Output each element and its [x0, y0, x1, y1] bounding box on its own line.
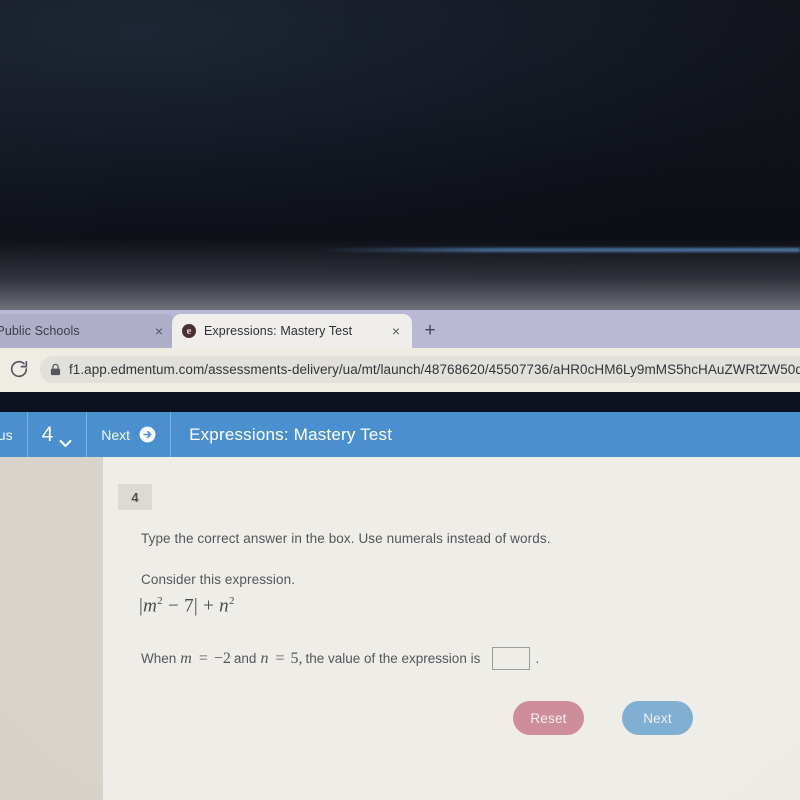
- variable-m: m: [180, 649, 192, 667]
- equals-sign: =: [275, 649, 285, 667]
- reload-icon[interactable]: [8, 358, 30, 380]
- previous-question-button[interactable]: ous: [0, 412, 28, 457]
- chevron-down-icon: [59, 430, 72, 448]
- question-number-badge: 4: [118, 484, 152, 510]
- new-tab-button[interactable]: +: [420, 321, 440, 342]
- variable-n: n: [219, 595, 229, 617]
- minus-sign: −: [168, 595, 180, 617]
- browser-omnibox-row: f1.app.edmentum.com/assessments-delivery…: [0, 348, 800, 392]
- browser-tab-active[interactable]: e Expressions: Mastery Test ×: [172, 314, 412, 348]
- constant-7: 7: [184, 595, 194, 617]
- answer-sentence: When m = −2 and n = 5, the value of the …: [141, 647, 539, 670]
- variable-n: n: [260, 649, 269, 667]
- dark-background-region: [0, 0, 800, 312]
- equals-sign: =: [198, 649, 208, 667]
- answer-input[interactable]: [492, 647, 531, 670]
- next-button[interactable]: Next: [622, 701, 693, 735]
- assessment-body: 4 Type the correct answer in the box. Us…: [0, 457, 800, 800]
- period: .: [535, 651, 540, 666]
- assessment-toolbar: ous 4 Next Expressions: Mastery T: [0, 412, 800, 457]
- browser-tab-strip: ell Public Schools × e Expressions: Mast…: [0, 310, 800, 348]
- next-question-button[interactable]: Next: [87, 412, 172, 457]
- next-label: Next: [101, 426, 131, 443]
- close-icon[interactable]: ×: [390, 324, 402, 338]
- question-instruction: Type the correct answer in the box. Use …: [141, 531, 551, 546]
- arrow-right-circle-icon: [139, 426, 156, 443]
- plus-sign: +: [203, 595, 215, 617]
- reset-button[interactable]: Reset: [513, 701, 584, 735]
- edmentum-e-icon: e: [182, 324, 196, 338]
- m-value: −2: [213, 649, 231, 667]
- screenshot-root: ell Public Schools × e Expressions: Mast…: [0, 0, 800, 800]
- when-label: When: [141, 651, 177, 666]
- close-icon[interactable]: ×: [153, 324, 165, 338]
- math-expression: |m2 − 7| + n2: [139, 595, 235, 617]
- exponent-2: 2: [228, 595, 235, 607]
- url-bar[interactable]: f1.app.edmentum.com/assessments-delivery…: [40, 356, 800, 383]
- n-value: 5,: [290, 649, 303, 667]
- answer-tail-label: the value of the expression is: [305, 651, 481, 666]
- blue-light-streak: [320, 248, 800, 252]
- browser-tab-inactive[interactable]: ell Public Schools ×: [0, 314, 175, 348]
- question-prompt: Consider this expression.: [141, 572, 296, 587]
- page-title: Expressions: Mastery Test: [189, 424, 393, 444]
- action-buttons: Reset Next: [513, 701, 693, 735]
- current-question-number: 4: [41, 422, 54, 446]
- tab-title: Expressions: Mastery Test: [204, 324, 353, 338]
- and-label: and: [233, 651, 257, 666]
- lock-icon: [50, 363, 61, 376]
- previous-label: ous: [0, 426, 13, 443]
- variable-m: m: [143, 595, 158, 617]
- abs-bar-close: |: [193, 595, 199, 617]
- question-panel: 4 Type the correct answer in the box. Us…: [103, 457, 800, 800]
- tab-title: ell Public Schools: [0, 324, 80, 338]
- url-text: f1.app.edmentum.com/assessments-delivery…: [69, 362, 800, 377]
- exponent-2: 2: [157, 595, 163, 607]
- question-selector[interactable]: 4: [28, 412, 88, 457]
